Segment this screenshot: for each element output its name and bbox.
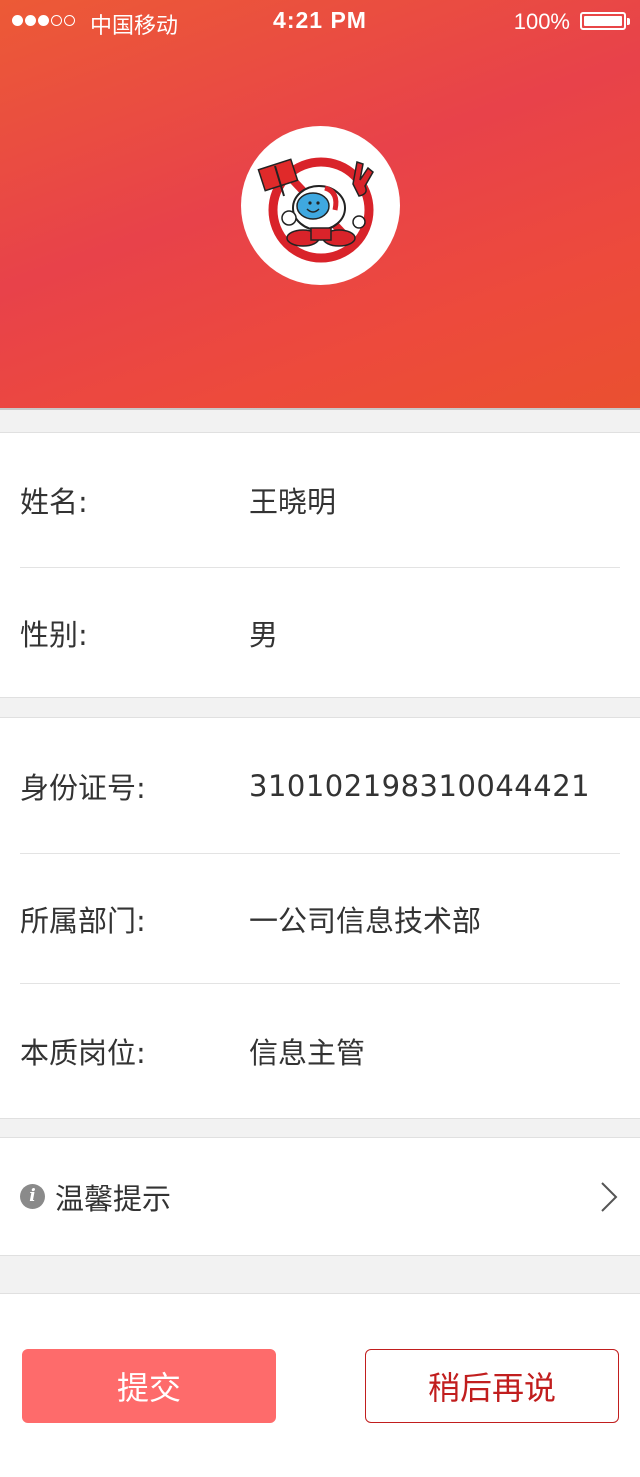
- tips-row[interactable]: i 温馨提示: [20, 1138, 620, 1255]
- battery-percentage: 100%: [513, 9, 570, 34]
- submit-button[interactable]: 提交: [22, 1349, 276, 1423]
- mascot-logo-icon: [257, 157, 374, 263]
- later-button[interactable]: 稍后再说: [365, 1349, 619, 1423]
- name-row: 姓名: 王晓明: [20, 433, 620, 568]
- tips-label: 温馨提示: [55, 1181, 172, 1216]
- work-info-card: 身份证号: 310102198310044421 所属部门: 一公司信息技术部 …: [0, 717, 640, 1119]
- avatar[interactable]: [241, 126, 400, 285]
- department-row: 所属部门: 一公司信息技术部: [20, 854, 620, 984]
- name-value: 王晓明: [249, 485, 337, 519]
- tips-card[interactable]: i 温馨提示: [0, 1137, 640, 1256]
- chevron-right-icon: [601, 1181, 618, 1212]
- gender-label: 性别:: [20, 617, 88, 652]
- gender-row: 性别: 男: [20, 568, 620, 697]
- id-number-label: 身份证号:: [20, 770, 146, 805]
- id-number-value: 310102198310044421: [249, 768, 591, 803]
- profile-header: 中国移动 4:21 PM 100%: [0, 0, 640, 410]
- department-value: 一公司信息技术部: [249, 903, 482, 938]
- position-value: 信息主管: [249, 1036, 366, 1070]
- position-row: 本质岗位: 信息主管: [20, 984, 620, 1118]
- position-label: 本质岗位:: [20, 1036, 146, 1070]
- name-label: 姓名:: [20, 485, 88, 519]
- battery-icon: [580, 12, 630, 30]
- status-bar: 中国移动 4:21 PM 100%: [0, 0, 640, 44]
- department-label: 所属部门:: [20, 903, 146, 938]
- id-row: 身份证号: 310102198310044421: [20, 718, 620, 854]
- gender-value: 男: [249, 617, 279, 652]
- basic-info-card: 姓名: 王晓明 性别: 男: [0, 432, 640, 698]
- action-bar: 提交 稍后再说: [0, 1293, 640, 1477]
- info-icon: i: [20, 1184, 45, 1209]
